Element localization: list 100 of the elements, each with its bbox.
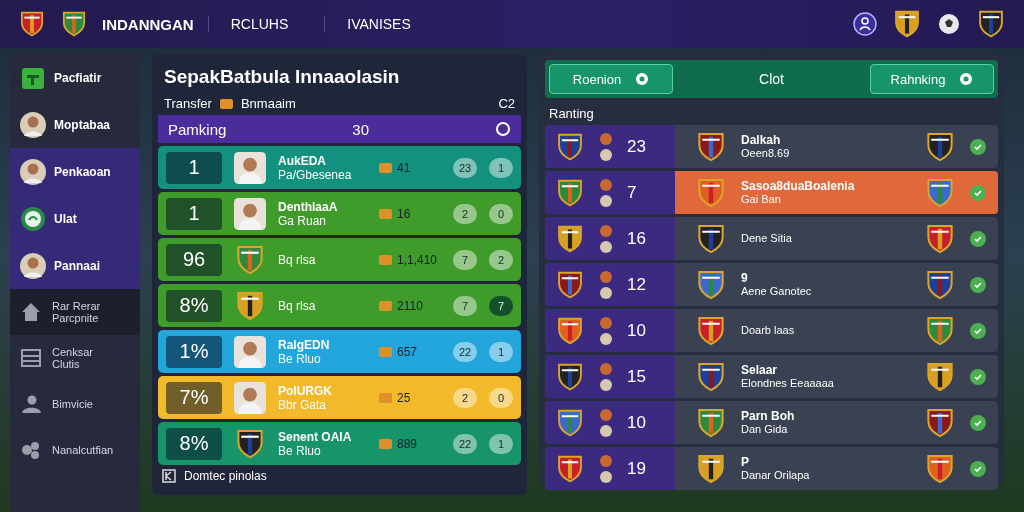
player-row[interactable]: 1% RalgEDN Be Rluo 657 22 1	[158, 330, 521, 373]
player-row[interactable]: 1 DenthlaaA Ga Ruan 16 2 0	[158, 192, 521, 235]
club-row[interactable]: 7 Sasoa8duaBoalenia Gai Ban	[545, 171, 998, 214]
status-icon	[970, 322, 986, 339]
club-crest-icon	[924, 314, 956, 347]
player-avatar-icon	[234, 335, 266, 368]
tag-icon	[379, 346, 392, 357]
club-row[interactable]: 10 Doarb laas	[545, 309, 998, 352]
club-detail: Doarb laas	[741, 324, 796, 337]
player-row[interactable]: 7% PolURGK Bbr Gata 25 2 0	[158, 376, 521, 419]
brand-title: INDANNGAN	[102, 15, 194, 33]
profile-item[interactable]: Penkaoan	[10, 148, 140, 195]
club-detail: Dene Sitia	[741, 232, 793, 245]
panel-title: Clot	[758, 71, 785, 87]
status-icon	[970, 460, 986, 477]
player-detail: Bbr Gata	[278, 397, 328, 412]
tag-icon	[379, 254, 392, 265]
club-row[interactable]: 23 Dalkah Oeen8.69	[545, 125, 998, 168]
club-detail: Gai Ban	[741, 192, 782, 206]
header-label: Pamking	[168, 120, 227, 138]
nav-link[interactable]: IVANISES	[324, 16, 433, 32]
player-row[interactable]: 96 Bq rlsa 1,1,410 7 2	[158, 238, 521, 281]
player-detail: Bq rlsa	[278, 252, 317, 267]
rank-label: 1	[166, 197, 222, 230]
club-crest-icon	[555, 453, 585, 484]
player-row[interactable]: 8% Senent OAIA Be Rluo 889 22 1	[158, 422, 521, 465]
value-label: 25	[397, 390, 411, 405]
club-crest-icon	[555, 177, 585, 208]
club-crest-icon	[60, 10, 88, 38]
transfer-tab[interactable]: Transfer	[164, 96, 212, 111]
points-label: 19	[627, 458, 646, 479]
player-avatar-icon	[234, 197, 266, 230]
stat-pill: 2	[489, 249, 513, 270]
club-crest-icon	[695, 130, 727, 163]
club-row[interactable]: 15 Selaar Elondnes Eeaaaaa	[545, 355, 998, 398]
stat-pill: 22	[453, 341, 477, 362]
club-crest-icon	[924, 268, 956, 301]
filter-label[interactable]: Bnmaaim	[240, 96, 296, 111]
tab-button[interactable]: Roenion	[549, 64, 673, 94]
medal-icon	[599, 268, 613, 301]
home-icon	[20, 301, 42, 323]
medal-icon	[599, 406, 613, 439]
status-icon	[970, 138, 986, 155]
club-row[interactable]: 16 Dene Sitia	[545, 217, 998, 260]
club-crest-icon	[892, 9, 922, 39]
rank-label: 1	[166, 151, 222, 184]
club-detail: Danar Orilapa	[741, 468, 811, 482]
ball-icon[interactable]	[936, 11, 962, 37]
club-crest-icon	[695, 268, 727, 301]
club-detail: Elondnes Eeaaaaa	[741, 376, 835, 390]
profile-item[interactable]: Moptabaa	[10, 101, 140, 148]
club-row[interactable]: 12 9 Aene Ganotec	[545, 263, 998, 306]
list-icon	[20, 347, 42, 369]
club-name: 9	[741, 271, 749, 285]
sidebar-item[interactable]: Nanalcutfian	[10, 427, 140, 473]
club-crest-icon	[555, 361, 585, 392]
club-crest-icon	[18, 10, 46, 38]
tab-button[interactable]: Rahnking	[870, 64, 994, 94]
counter-label: C2	[498, 96, 515, 111]
points-label: 10	[627, 412, 646, 433]
club-crest-icon	[924, 176, 956, 209]
profile-item[interactable]: Ulat	[10, 195, 140, 242]
value-label: 1,1,410	[397, 252, 438, 267]
stat-pill: 2	[453, 203, 477, 224]
stat-pill: 7	[453, 295, 477, 316]
club-detail: Aene Ganotec	[741, 284, 813, 298]
medal-icon	[599, 176, 613, 209]
circle-icon[interactable]	[495, 121, 511, 137]
sidebar-item[interactable]: Rar Rerar Parcpnite	[10, 289, 140, 335]
footer-label: Domtec pinolas	[184, 469, 267, 483]
club-row[interactable]: 10 Parn Boh Dan Gida	[545, 401, 998, 444]
club-name: Parn Boh	[741, 409, 796, 423]
points-label: 7	[627, 182, 637, 203]
sidebar-item[interactable]: Cenksar Clutis	[10, 335, 140, 381]
club-name: Sasoa8duaBoalenia	[741, 179, 856, 193]
group-icon	[20, 439, 42, 461]
value-label: 16	[397, 206, 411, 221]
player-row[interactable]: 8% Bq rlsa 2110 7 7	[158, 284, 521, 327]
stat-pill: 7	[453, 249, 477, 270]
club-name: Dalkah	[741, 133, 782, 147]
medal-icon	[599, 222, 613, 255]
nav-link[interactable]: RCLUHS	[207, 16, 311, 32]
sidebar-item[interactable]: Bimvicie	[10, 381, 140, 427]
profile-item[interactable]: Pacfiatir	[10, 54, 140, 101]
stat-pill: 0	[489, 387, 513, 408]
shield-icon	[976, 9, 1006, 39]
points-label: 12	[627, 274, 646, 295]
player-name: DenthlaaA	[278, 199, 339, 214]
value-label: 657	[397, 344, 418, 359]
points-label: 15	[627, 366, 646, 387]
status-icon	[970, 414, 986, 431]
profile-icon[interactable]	[852, 11, 878, 37]
club-row[interactable]: 19 P Danar Orilapa	[545, 447, 998, 490]
tag-icon	[379, 438, 392, 449]
profile-item[interactable]: Pannaai	[10, 242, 140, 289]
player-detail: Be Rluo	[278, 351, 321, 366]
stat-pill: 1	[489, 157, 513, 178]
club-crest-icon	[924, 406, 956, 439]
avatar-icon	[20, 111, 46, 138]
player-row[interactable]: 1 AukEDA Pa/Gbesenea 41 23 1	[158, 146, 521, 189]
